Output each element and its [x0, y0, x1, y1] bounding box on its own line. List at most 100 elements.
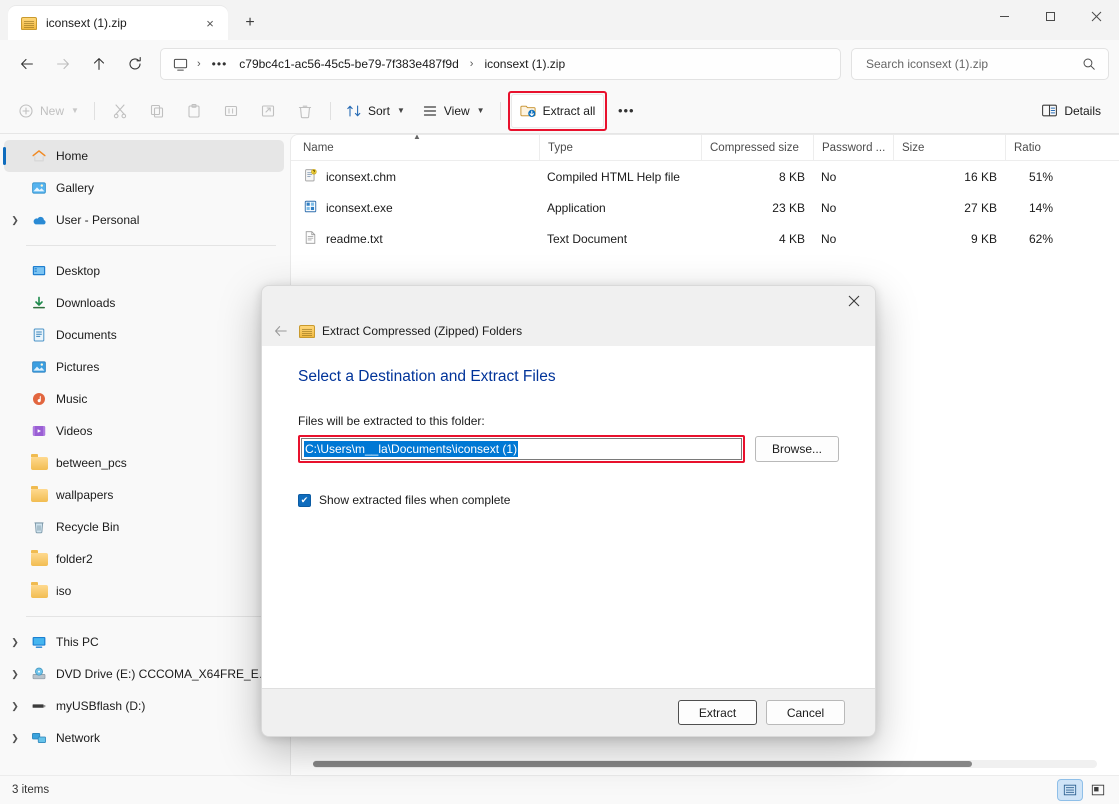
usb-drive-icon: [26, 698, 52, 714]
chevron-right-icon[interactable]: ❯: [4, 637, 26, 648]
chevron-right-icon[interactable]: ❯: [4, 215, 26, 226]
this-pc-icon[interactable]: [169, 53, 191, 75]
minimize-icon[interactable]: [981, 0, 1027, 32]
breadcrumb-overflow[interactable]: •••: [207, 60, 233, 68]
horizontal-scrollbar[interactable]: [291, 753, 1119, 775]
checkbox-checked-icon[interactable]: ✔: [298, 494, 311, 507]
file-name-label: readme.txt: [326, 232, 383, 246]
sidebar-item-music[interactable]: Music: [4, 383, 284, 415]
divider: [94, 102, 95, 120]
view-button-label: View: [444, 104, 470, 118]
column-header-type[interactable]: Type: [539, 135, 701, 161]
chevron-right-icon[interactable]: ❯: [4, 669, 26, 680]
file-name-cell[interactable]: readme.txt: [295, 230, 539, 248]
home-icon: [26, 148, 52, 164]
breadcrumb-item-zip[interactable]: iconsext (1).zip: [479, 54, 570, 74]
column-header-ratio[interactable]: Ratio: [1005, 135, 1061, 161]
sidebar-item-desktop[interactable]: Desktop: [4, 255, 284, 287]
documents-icon: [26, 327, 52, 343]
back-icon[interactable]: [10, 47, 44, 81]
close-icon[interactable]: [837, 288, 871, 314]
tab-iconsext-zip[interactable]: iconsext (1).zip ×: [8, 6, 228, 40]
up-icon[interactable]: [82, 47, 116, 81]
destination-path-input[interactable]: C:\Users\m__la\Documents\iconsext (1): [301, 438, 742, 460]
file-name-cell[interactable]: iconsext.exe: [295, 199, 539, 217]
view-button[interactable]: View ▼: [414, 95, 493, 127]
column-header-size[interactable]: Size: [893, 135, 1005, 161]
zip-folder-icon: [20, 17, 38, 30]
scrollbar-track[interactable]: [313, 760, 1097, 768]
sidebar-item-downloads[interactable]: Downloads: [4, 287, 284, 319]
file-size-cell: 27 KB: [893, 201, 1005, 215]
file-name-cell[interactable]: iconsext.chm: [295, 168, 539, 186]
browse-button[interactable]: Browse...: [755, 436, 839, 462]
sort-button[interactable]: Sort ▼: [338, 95, 413, 127]
sidebar-item-label: Home: [52, 149, 88, 163]
scrollbar-thumb[interactable]: [313, 761, 972, 767]
file-name-label: iconsext.exe: [326, 201, 393, 215]
search-icon[interactable]: [1078, 53, 1100, 75]
rename-button: [213, 95, 249, 127]
chevron-down-icon: ▼: [397, 106, 405, 115]
sidebar-item-iso[interactable]: iso: [4, 575, 284, 607]
destination-path-highlight: C:\Users\m__la\Documents\iconsext (1): [298, 435, 745, 463]
sidebar-item-usb-drive[interactable]: ❯ myUSBflash (D:): [4, 690, 284, 722]
this-pc-icon: [26, 634, 52, 650]
new-tab-button[interactable]: +: [234, 8, 266, 38]
show-extracted-checkbox-row[interactable]: ✔ Show extracted files when complete: [298, 493, 839, 507]
sidebar-item-label: Desktop: [52, 264, 100, 278]
column-header-compressed-size[interactable]: Compressed size: [701, 135, 813, 161]
exe-application-icon: [303, 199, 318, 217]
cancel-button[interactable]: Cancel: [766, 700, 845, 725]
extract-all-button[interactable]: Extract all: [511, 94, 605, 128]
sidebar-item-documents[interactable]: Documents: [4, 319, 284, 351]
sort-button-label: Sort: [368, 104, 390, 118]
close-icon[interactable]: ×: [198, 11, 222, 35]
breadcrumb[interactable]: › ••• c79bc4c1-ac56-45c5-be79-7f383e487f…: [160, 48, 841, 80]
refresh-icon[interactable]: [118, 47, 152, 81]
file-ratio-cell: 62%: [1005, 232, 1061, 246]
sidebar-item-home[interactable]: Home: [4, 140, 284, 172]
column-headers: ▲ Name Type Compressed size Password ...…: [291, 135, 1119, 161]
table-row[interactable]: readme.txt Text Document 4 KB No 9 KB 62…: [291, 223, 1119, 254]
sidebar-item-folder2[interactable]: folder2: [4, 543, 284, 575]
sidebar-item-videos[interactable]: Videos: [4, 415, 284, 447]
file-ratio-cell: 14%: [1005, 201, 1061, 215]
table-row[interactable]: iconsext.chm Compiled HTML Help file 8 K…: [291, 161, 1119, 192]
search-input[interactable]: [864, 56, 1078, 72]
dvd-drive-icon: [26, 666, 52, 682]
sidebar-item-label: DVD Drive (E:) CCCOMA_X64FRE_EN-U: [52, 667, 278, 681]
column-header-label: Size: [902, 142, 924, 154]
maximize-icon[interactable]: [1027, 0, 1073, 32]
sidebar-item-recycle-bin[interactable]: Recycle Bin: [4, 511, 284, 543]
sidebar-item-dvd-drive[interactable]: ❯ DVD Drive (E:) CCCOMA_X64FRE_EN-U: [4, 658, 284, 690]
column-header-name[interactable]: ▲ Name: [295, 135, 539, 161]
sidebar-item-pictures[interactable]: Pictures: [4, 351, 284, 383]
folder-icon: [26, 553, 52, 566]
details-pane-button[interactable]: Details: [1033, 95, 1109, 127]
destination-path-row: C:\Users\m__la\Documents\iconsext (1) Br…: [298, 435, 839, 463]
breadcrumb-item-guid[interactable]: c79bc4c1-ac56-45c5-be79-7f383e487f9d: [234, 54, 464, 74]
large-icons-view-toggle[interactable]: [1085, 779, 1111, 801]
sidebar-item-label: between_pcs: [52, 456, 127, 470]
sidebar-item-gallery[interactable]: Gallery: [4, 172, 284, 204]
chevron-right-icon[interactable]: ❯: [4, 701, 26, 712]
sidebar-item-network[interactable]: ❯ Network: [4, 722, 284, 754]
details-view-toggle[interactable]: [1057, 779, 1083, 801]
extract-button[interactable]: Extract: [678, 700, 757, 725]
close-icon[interactable]: [1073, 0, 1119, 32]
column-header-label: Name: [303, 142, 334, 154]
table-row[interactable]: iconsext.exe Application 23 KB No 27 KB …: [291, 192, 1119, 223]
downloads-icon: [26, 295, 52, 311]
column-header-password[interactable]: Password ...: [813, 135, 893, 161]
sidebar-item-user-personal[interactable]: ❯ User - Personal: [4, 204, 284, 236]
sidebar-item-label: Videos: [52, 424, 92, 438]
file-type-cell: Compiled HTML Help file: [539, 170, 701, 184]
file-password-cell: No: [813, 201, 893, 215]
sidebar-item-this-pc[interactable]: ❯ This PC: [4, 626, 284, 658]
sidebar-item-wallpapers[interactable]: wallpapers: [4, 479, 284, 511]
chevron-right-icon[interactable]: ❯: [4, 733, 26, 744]
more-options-button[interactable]: •••: [608, 95, 644, 127]
search-box[interactable]: [851, 48, 1109, 80]
sidebar-item-between-pcs[interactable]: between_pcs: [4, 447, 284, 479]
